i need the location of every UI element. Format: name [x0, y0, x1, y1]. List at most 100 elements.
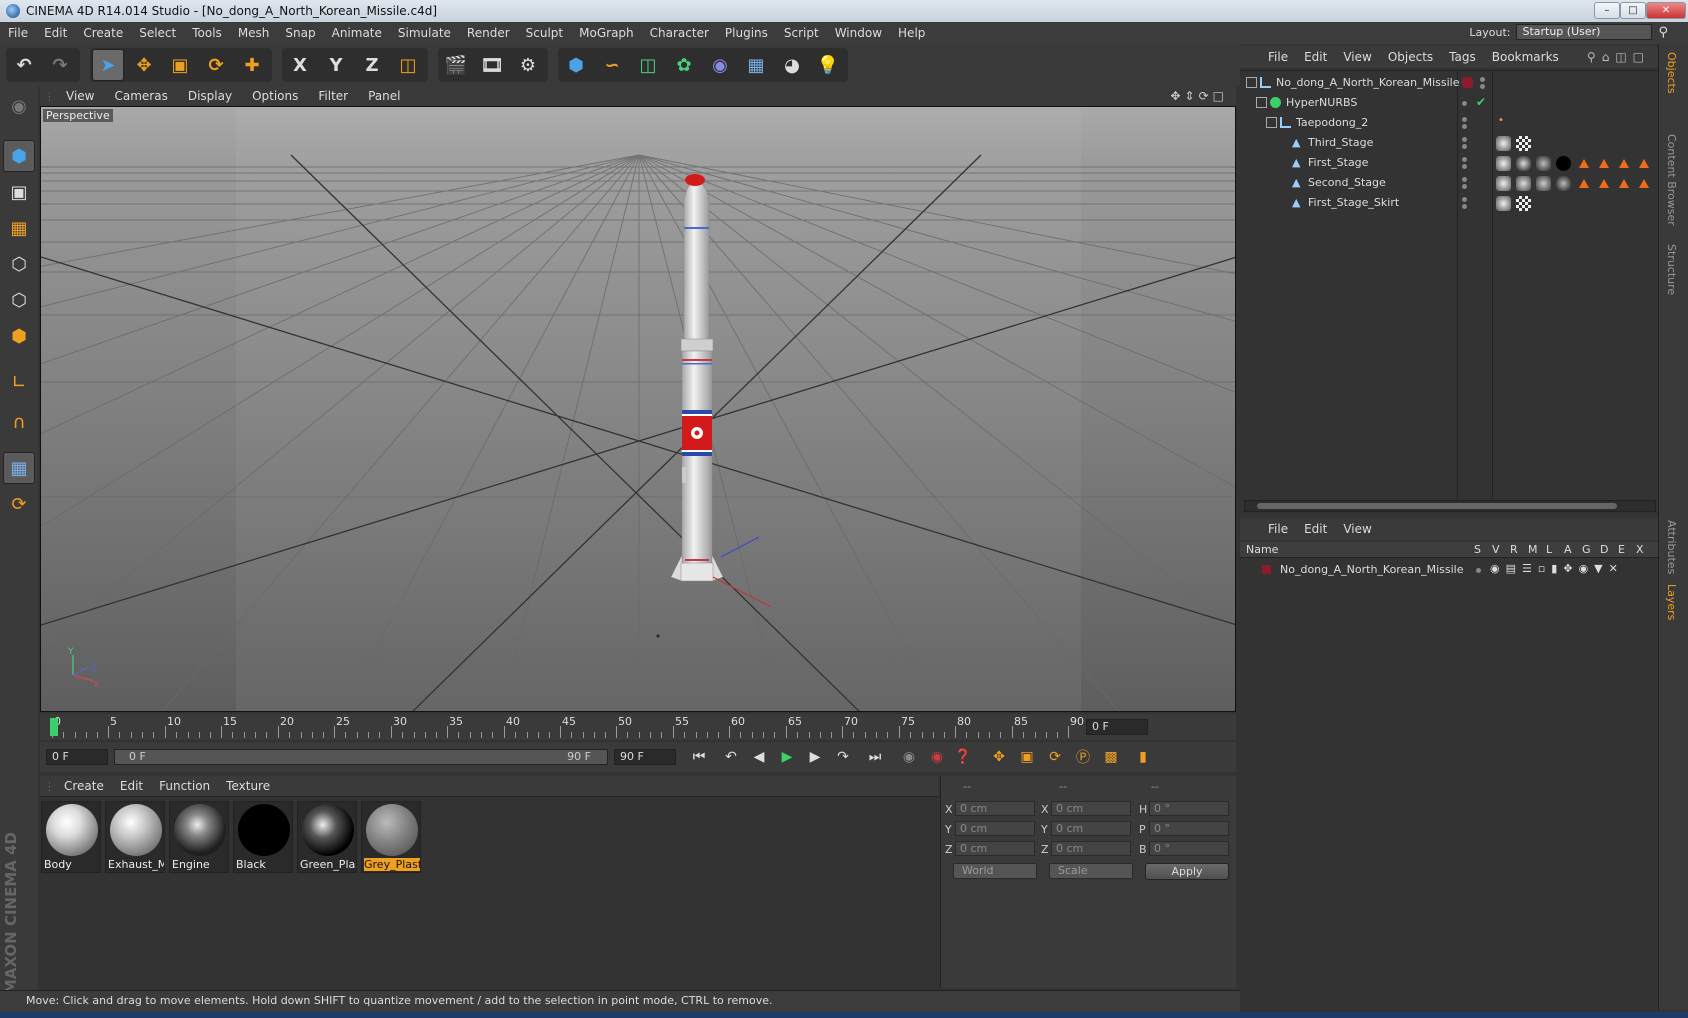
layer-color-icon[interactable] — [1462, 77, 1473, 88]
deformer-icon[interactable]: ◉ — [704, 49, 736, 81]
selection-tag-icon[interactable] — [1599, 159, 1609, 168]
texture-tag-icon[interactable] — [1496, 176, 1511, 191]
menu-file[interactable]: File — [0, 26, 36, 40]
cube-icon[interactable]: ⬢ — [560, 49, 592, 81]
current-frame-field[interactable]: 0 F — [1086, 719, 1148, 735]
timeline-window-icon[interactable]: ▮ — [1132, 747, 1154, 767]
expand-icon[interactable] — [1256, 97, 1267, 108]
layer-row[interactable]: No_dong_A_North_Korean_Missile ◉▤☰▫▮✥◉▼✕ — [1240, 560, 1658, 580]
size-x-field[interactable]: 0 cm — [1051, 801, 1131, 816]
previous-key-icon[interactable]: ↶ — [720, 747, 742, 767]
make-editable-icon[interactable]: ◉ — [3, 90, 35, 122]
material-swatch[interactable]: Exhaust_M — [105, 801, 165, 873]
previous-frame-icon[interactable]: ◀ — [748, 747, 770, 767]
tab-attributes[interactable]: Attributes — [1665, 520, 1678, 574]
object-row[interactable]: HyperNURBS ✔ — [1240, 93, 1658, 113]
objects-menu-view[interactable]: View — [1335, 50, 1379, 64]
material-menu-create[interactable]: Create — [56, 779, 112, 793]
tab-structure[interactable]: Structure — [1665, 244, 1678, 295]
tab-objects[interactable]: Objects — [1665, 52, 1678, 94]
layer-solo-dot[interactable] — [1476, 568, 1481, 573]
layer-toggle-icons[interactable]: ◉▤☰▫▮✥◉▼✕ — [1490, 562, 1624, 575]
keyframe-selection-icon[interactable]: ❓ — [952, 747, 974, 767]
y-axis-lock-icon[interactable]: Y — [320, 49, 352, 81]
texture-tag-icon[interactable] — [1536, 176, 1551, 191]
objects-menu-bookmarks[interactable]: Bookmarks — [1484, 50, 1567, 64]
menu-mesh[interactable]: Mesh — [230, 26, 278, 40]
next-frame-icon[interactable]: ▶ — [804, 747, 826, 767]
texture-tag-icon[interactable] — [1536, 156, 1551, 171]
polygons-mode-icon[interactable]: ⬢ — [3, 320, 35, 352]
key-scale-icon[interactable]: ▣ — [1016, 747, 1038, 767]
rotation-h-field[interactable]: 0 ° — [1149, 801, 1229, 816]
layout-dropdown[interactable]: Startup (User) — [1516, 24, 1653, 40]
nurbs-icon[interactable]: ◫ — [632, 49, 664, 81]
material-swatch[interactable]: Grey_Plasti — [361, 801, 421, 873]
material-menu-texture[interactable]: Texture — [218, 779, 278, 793]
object-row[interactable]: ▲ First_Stage_Skirt — [1240, 193, 1658, 213]
selection-tag-icon[interactable] — [1579, 179, 1589, 188]
visibility-dot[interactable] — [1462, 101, 1467, 106]
texture-tag-icon[interactable] — [1496, 196, 1511, 211]
material-swatch[interactable]: Green_Plas — [297, 801, 357, 873]
menu-create[interactable]: Create — [75, 26, 131, 40]
material-swatch[interactable]: Engine — [169, 801, 229, 873]
light-icon[interactable]: 💡 — [812, 49, 844, 81]
uvw-tag-icon[interactable] — [1516, 136, 1531, 151]
menu-sculpt[interactable]: Sculpt — [518, 26, 571, 40]
spline-icon[interactable]: ∽ — [596, 49, 628, 81]
selection-tag-icon[interactable] — [1599, 179, 1609, 188]
start-frame-field[interactable]: 0 F — [46, 749, 108, 765]
tag-icon[interactable]: • — [1498, 115, 1504, 126]
size-z-field[interactable]: 0 cm — [1051, 841, 1131, 856]
objects-menu-edit[interactable]: Edit — [1296, 50, 1335, 64]
key-pla-icon[interactable]: ▩ — [1100, 747, 1122, 767]
position-x-field[interactable]: 0 cm — [955, 801, 1035, 816]
menu-mograph[interactable]: MoGraph — [571, 26, 642, 40]
tab-content-browser[interactable]: Content Browser — [1665, 134, 1678, 226]
go-to-end-icon[interactable]: ⏭ — [864, 747, 886, 767]
menu-script[interactable]: Script — [776, 26, 827, 40]
render-dot[interactable] — [1480, 84, 1485, 89]
key-rotation-icon[interactable]: ⟳ — [1044, 747, 1066, 767]
tab-layers[interactable]: Layers — [1665, 584, 1678, 620]
render-dot[interactable] — [1462, 204, 1467, 209]
perspective-viewport[interactable]: Y Z X Perspective — [40, 106, 1236, 712]
render-picture-viewer-icon[interactable]: 🎞 — [476, 49, 508, 81]
frame-range-slider[interactable]: 0 F 90 F — [114, 749, 608, 765]
texture-tag-icon[interactable] — [1556, 156, 1571, 171]
texture-tag-icon[interactable] — [1496, 136, 1511, 151]
viewport-camera-label[interactable]: Perspective — [43, 109, 113, 122]
menu-simulate[interactable]: Simulate — [390, 26, 459, 40]
uvw-tag-icon[interactable] — [1516, 196, 1531, 211]
selection-tag-icon[interactable] — [1639, 179, 1649, 188]
coordinate-mode-dropdown[interactable]: World — [953, 863, 1037, 879]
next-key-icon[interactable]: ↷ — [832, 747, 854, 767]
close-button[interactable]: ✕ — [1646, 2, 1686, 19]
visibility-dot[interactable] — [1462, 197, 1467, 202]
apply-button[interactable]: Apply — [1145, 863, 1229, 880]
rotate-icon[interactable]: ⟳ — [200, 49, 232, 81]
viewport-menu-filter[interactable]: Filter — [308, 89, 358, 103]
timeline-playhead[interactable] — [50, 718, 58, 736]
snap-icon[interactable]: ∩ — [3, 406, 35, 438]
texture-tag-icon[interactable] — [1516, 176, 1531, 191]
scrollbar-thumb[interactable] — [1257, 503, 1617, 509]
viewport-menu-cameras[interactable]: Cameras — [104, 89, 177, 103]
viewport-menu-panel[interactable]: Panel — [358, 89, 410, 103]
timeline-ruler[interactable]: 051015202530354045505560657075808590 0 F — [40, 714, 1236, 740]
render-dot[interactable] — [1462, 144, 1467, 149]
minimize-button[interactable]: – — [1594, 2, 1620, 19]
selection-tag-icon[interactable] — [1619, 179, 1629, 188]
edges-mode-icon[interactable]: ⬡ — [3, 284, 35, 316]
menu-window[interactable]: Window — [827, 26, 890, 40]
object-row[interactable]: No_dong_A_North_Korean_Missile — [1240, 73, 1658, 93]
undo-icon[interactable]: ↶ — [8, 49, 40, 81]
material-swatch[interactable]: Black — [233, 801, 293, 873]
selection-tag-icon[interactable] — [1579, 159, 1589, 168]
workplane-icon[interactable]: ▦ — [3, 212, 35, 244]
record-keys-icon[interactable]: ◉ — [898, 747, 920, 767]
enabled-check-icon[interactable]: ✔ — [1476, 95, 1486, 109]
size-y-field[interactable]: 0 cm — [1051, 821, 1131, 836]
viewport-menu-options[interactable]: Options — [242, 89, 308, 103]
